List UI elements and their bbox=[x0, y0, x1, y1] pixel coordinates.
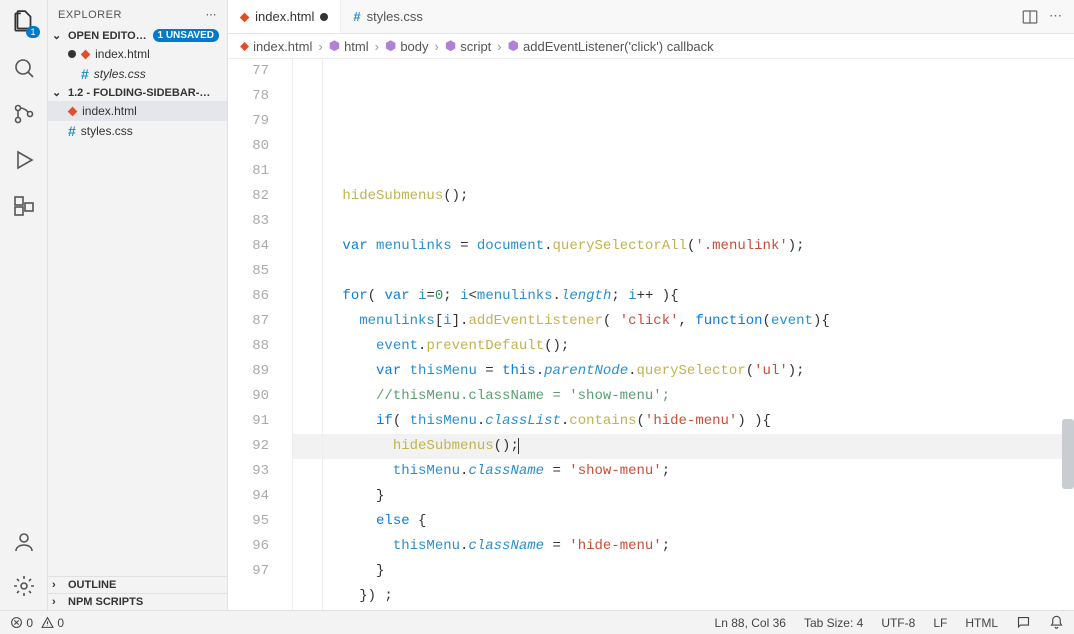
chevron-down-icon: ⌄ bbox=[52, 86, 64, 99]
folder-section[interactable]: ⌄ 1.2 - FOLDING-SIDEBAR-… bbox=[48, 84, 227, 101]
code-editor[interactable]: 7778798081828384858687888990919293949596… bbox=[228, 59, 1074, 610]
activity-bar: 1 bbox=[0, 0, 48, 610]
css-file-icon: # bbox=[353, 9, 360, 24]
settings-gear-icon[interactable] bbox=[10, 572, 38, 600]
warnings-count[interactable]: 0 bbox=[41, 616, 64, 630]
html-file-icon: ⬥ bbox=[68, 103, 77, 119]
chevron-down-icon: ⌄ bbox=[52, 29, 64, 42]
open-editor-item[interactable]: # styles.css bbox=[48, 64, 227, 84]
open-editors-section[interactable]: ⌄ OPEN EDITO… 1 UNSAVED bbox=[48, 27, 227, 44]
code-content[interactable]: hideSubmenus(); var menulinks = document… bbox=[284, 59, 1074, 610]
explorer-sidebar: EXPLORER ⋯ ⌄ OPEN EDITO… 1 UNSAVED ⬥ ind… bbox=[48, 0, 228, 610]
search-icon[interactable] bbox=[10, 54, 38, 82]
account-icon[interactable] bbox=[10, 528, 38, 556]
dirty-dot-icon bbox=[68, 50, 76, 58]
chevron-right-icon: › bbox=[52, 579, 64, 591]
eol[interactable]: LF bbox=[933, 616, 947, 630]
more-icon[interactable]: ⋯ bbox=[206, 8, 218, 21]
sidebar-title: EXPLORER bbox=[58, 9, 122, 21]
language-mode[interactable]: HTML bbox=[965, 616, 998, 630]
extensions-icon[interactable] bbox=[10, 192, 38, 220]
feedback-icon[interactable] bbox=[1016, 615, 1031, 630]
tab-styles-css[interactable]: # styles.css bbox=[341, 0, 435, 33]
file-item[interactable]: ⬥ index.html bbox=[48, 101, 227, 121]
line-gutter: 7778798081828384858687888990919293949596… bbox=[228, 59, 284, 610]
dirty-dot-icon bbox=[320, 13, 328, 21]
encoding[interactable]: UTF-8 bbox=[881, 616, 915, 630]
tab-size[interactable]: Tab Size: 4 bbox=[804, 616, 863, 630]
outline-section[interactable]: › OUTLINE bbox=[48, 576, 227, 593]
more-actions-icon[interactable]: ⋯ bbox=[1049, 8, 1062, 26]
unsaved-badge: 1 UNSAVED bbox=[153, 29, 220, 42]
npm-scripts-section[interactable]: › NPM SCRIPTS bbox=[48, 593, 227, 610]
files-badge: 1 bbox=[26, 26, 39, 38]
source-control-icon[interactable] bbox=[10, 100, 38, 128]
chevron-right-icon: › bbox=[52, 596, 64, 608]
cursor-position[interactable]: Ln 88, Col 36 bbox=[715, 616, 786, 630]
split-editor-icon[interactable] bbox=[1021, 8, 1039, 26]
scrollbar-thumb[interactable] bbox=[1062, 419, 1074, 489]
run-debug-icon[interactable] bbox=[10, 146, 38, 174]
tab-bar: ⬥ index.html # styles.css ⋯ bbox=[228, 0, 1074, 34]
errors-count[interactable]: 0 bbox=[10, 616, 33, 630]
css-file-icon: # bbox=[68, 123, 76, 139]
status-bar: 0 0 Ln 88, Col 36 Tab Size: 4 UTF-8 LF H… bbox=[0, 610, 1074, 634]
file-item[interactable]: # styles.css bbox=[48, 121, 227, 141]
editor-group: ⬥ index.html # styles.css ⋯ ⬥index.html … bbox=[228, 0, 1074, 610]
notifications-icon[interactable] bbox=[1049, 615, 1064, 630]
css-file-icon: # bbox=[81, 66, 89, 82]
breadcrumb[interactable]: ⬥index.html › ⬢html › ⬢body › ⬢script › … bbox=[228, 34, 1074, 59]
html-file-icon: ⬥ bbox=[81, 46, 90, 62]
open-editor-item[interactable]: ⬥ index.html bbox=[48, 44, 227, 64]
html-file-icon: ⬥ bbox=[240, 9, 249, 25]
tab-index-html[interactable]: ⬥ index.html bbox=[228, 0, 341, 33]
explorer-icon[interactable]: 1 bbox=[10, 8, 38, 36]
